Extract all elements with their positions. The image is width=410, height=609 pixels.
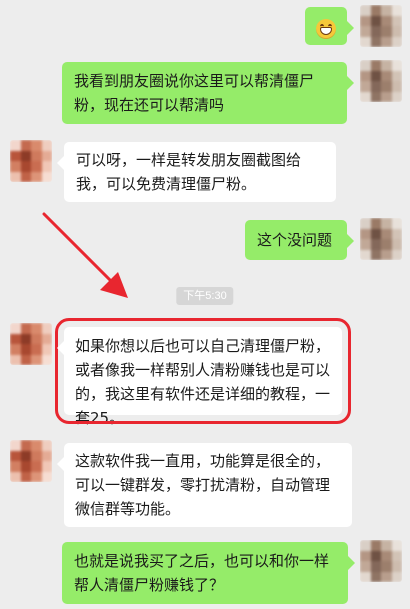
chat-window: 我看到朋友圈说你这里可以帮清僵尸粉，现在还可以帮清吗 可以呀，一样是转发朋友圈截… [0, 0, 410, 609]
avatar[interactable] [360, 218, 402, 260]
grinning-face-icon [316, 18, 336, 39]
message-text: 也就是说我买了之后，也可以和你一样帮人清僵尸粉赚钱了？ [74, 552, 330, 594]
avatar[interactable] [360, 5, 402, 47]
message-text: 这个没问题 [257, 231, 333, 249]
message-text: 可以呀，一样是转发朋友圈截图给我，可以免费清理僵尸粉。 [76, 151, 302, 193]
message-bubble-other[interactable]: 可以呀，一样是转发朋友圈截图给我，可以免费清理僵尸粉。 [57, 142, 336, 202]
message-bubble-self[interactable]: 这个没问题 [245, 220, 354, 260]
message-bubble-self[interactable]: 也就是说我买了之后，也可以和你一样帮人清僵尸粉赚钱了？ [62, 542, 355, 604]
message-text: 我看到朋友圈说你这里可以帮清僵尸粉，现在还可以帮清吗 [74, 72, 315, 114]
avatar[interactable] [360, 540, 402, 582]
avatar[interactable] [10, 323, 52, 365]
time-divider: 下午5:30 [176, 287, 234, 305]
message-bubble-self[interactable] [305, 7, 354, 45]
message-bubble-self[interactable]: 我看到朋友圈说你这里可以帮清僵尸粉，现在还可以帮清吗 [62, 62, 354, 124]
message-bubble-other[interactable]: 这款软件我一直用，功能算是很全的，可以一键群发，零打扰清粉，自动管理微信群等功能… [57, 443, 352, 527]
avatar[interactable] [360, 60, 402, 102]
message-text: 这款软件我一直用，功能算是很全的，可以一键群发，零打扰清粉，自动管理微信群等功能… [75, 452, 331, 518]
message-text: 如果你想以后也可以自己清理僵尸粉，或者像我一样帮别人清粉赚钱也是可以的，我这里有… [75, 337, 331, 427]
avatar[interactable] [10, 140, 52, 182]
message-bubble-other-highlighted[interactable]: 如果你想以后也可以自己清理僵尸粉，或者像我一样帮别人清粉赚钱也是可以的，我这里有… [55, 318, 351, 427]
avatar[interactable] [10, 440, 52, 482]
